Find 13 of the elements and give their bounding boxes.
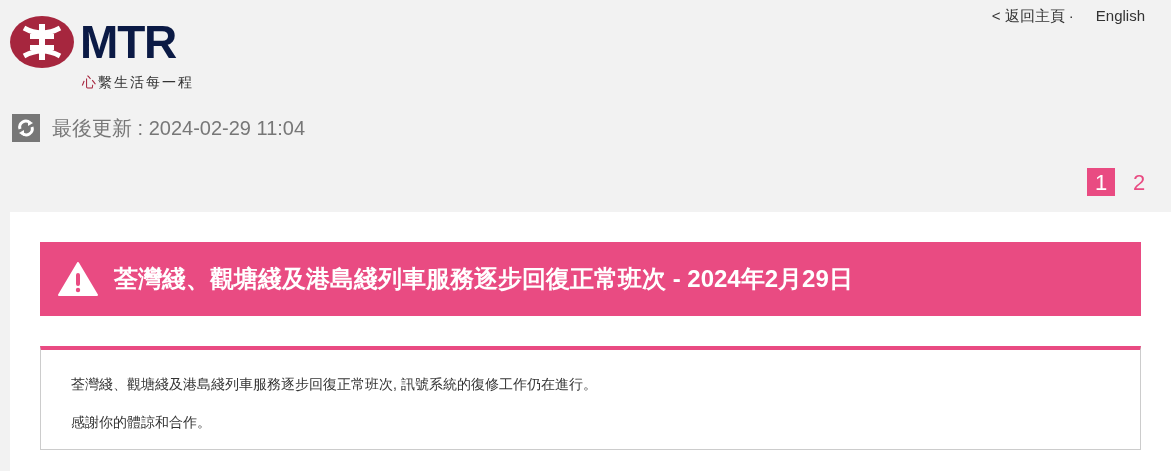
mtr-logo-icon [10,16,74,68]
warning-icon [58,262,98,296]
page-link[interactable]: 1 [1087,168,1115,196]
tagline: 繫生活每一程 [98,73,194,92]
last-updated-text: 最後更新 : 2024-02-29 11:04 [52,116,306,141]
notice-paragraph: 荃灣綫、觀塘綫及港島綫列車服務逐步回復正常班次, 訊號系統的復修工作仍在進行。 [71,375,598,394]
alert-title: 荃灣綫、觀塘綫及港島綫列車服務逐步回復正常班次 - 2024年2月29日 [114,264,853,294]
refresh-icon[interactable] [12,114,40,142]
logo-text: MTR [80,19,177,65]
tagline-mark: 心 [82,73,98,92]
nav-link[interactable]: English [1095,5,1145,28]
notice-paragraph: 感謝你的體諒和合作。 [71,413,212,432]
nav-link[interactable]: < 返回主頁 · [991,5,1074,28]
